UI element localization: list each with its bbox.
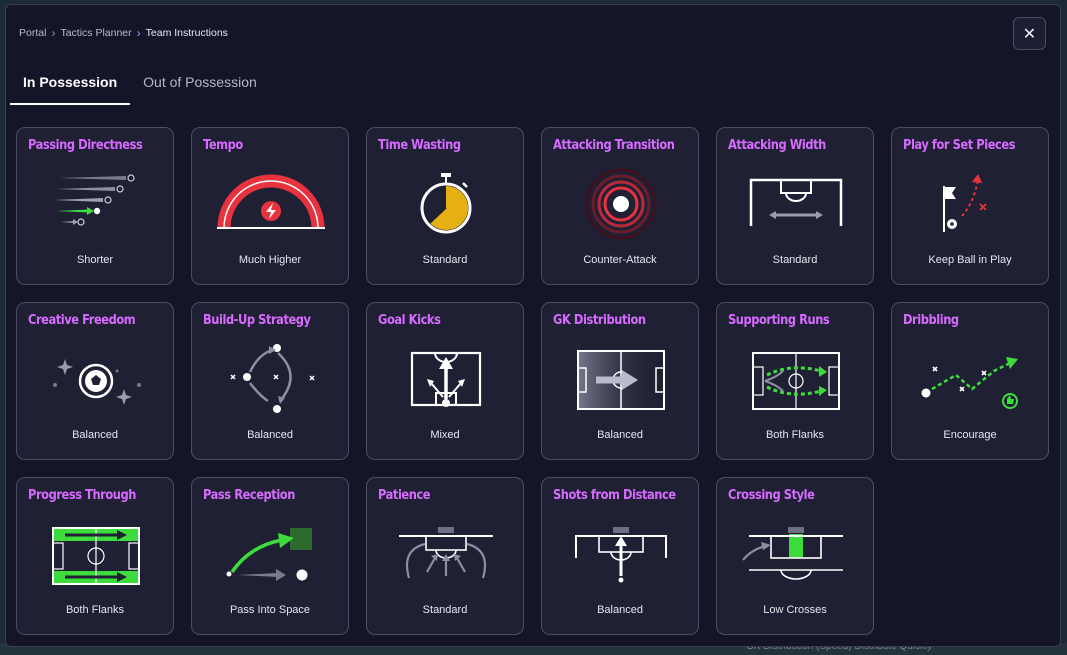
breadcrumb-tactics-planner[interactable]: Tactics Planner	[60, 27, 131, 39]
build-up-icon	[230, 344, 315, 413]
card-value: Both Flanks	[765, 429, 825, 441]
card-title: Goal Kicks	[378, 313, 441, 328]
gk-distribution-icon	[577, 350, 665, 410]
card-value: Mixed	[430, 429, 460, 441]
pitch-width-icon	[749, 178, 843, 226]
card-patience[interactable]: Patience Standard	[366, 477, 524, 635]
card-value: Balanced	[72, 429, 118, 441]
card-value: Standard	[772, 254, 818, 266]
card-title: Time Wasting	[378, 138, 461, 153]
card-creative-freedom[interactable]: Creative Freedom Balanced	[16, 302, 174, 460]
card-value: Standard	[422, 604, 468, 616]
card-dribbling[interactable]: Dribbling Encourage	[891, 302, 1049, 460]
card-attacking-transition[interactable]: Attacking Transition Counter-Attack	[541, 127, 699, 285]
card-value: Balanced	[597, 429, 643, 441]
card-value: Balanced	[247, 429, 293, 441]
card-value: Encourage	[943, 429, 997, 441]
tab-out-of-possession[interactable]: Out of Possession	[130, 65, 270, 105]
card-time-wasting[interactable]: Time Wasting Standard	[366, 127, 524, 285]
close-icon: ✕	[1022, 25, 1037, 43]
card-value: Low Crosses	[763, 604, 827, 616]
card-title: Build-Up Strategy	[203, 313, 311, 328]
breadcrumb-team-instructions: Team Instructions	[145, 27, 228, 39]
card-value: Pass Into Space	[229, 604, 311, 616]
breadcrumb-portal[interactable]: Portal	[19, 27, 46, 39]
corner-flag-icon	[943, 174, 987, 232]
card-crossing-style[interactable]: Crossing Style Low Crosses	[716, 477, 874, 635]
card-title: Tempo	[203, 138, 243, 153]
tab-in-possession[interactable]: In Possession	[10, 65, 131, 105]
card-value: Balanced	[597, 604, 643, 616]
pass-reception-icon	[226, 528, 312, 581]
radar-rings-icon	[585, 168, 657, 240]
card-value: Keep Ball in Play	[928, 254, 1012, 266]
card-title: GK Distribution	[553, 313, 646, 328]
progress-through-icon	[52, 527, 140, 585]
card-progress-through[interactable]: Progress Through Both Flanks	[16, 477, 174, 635]
card-title: Progress Through	[28, 488, 136, 503]
chevron-right-icon: ›	[51, 26, 56, 40]
card-title: Dribbling	[903, 313, 959, 328]
team-instructions-modal: Portal › Tactics Planner › Team Instruct…	[5, 4, 1061, 647]
card-play-for-set-pieces[interactable]: Play for Set Pieces Keep Ball in Play	[891, 127, 1049, 285]
card-title: Creative Freedom	[28, 313, 136, 328]
card-title: Crossing Style	[728, 488, 815, 503]
card-shots-from-distance[interactable]: Shots from Distance Balanced	[541, 477, 699, 635]
card-tempo[interactable]: Tempo Much Higher	[191, 127, 349, 285]
card-build-up-strategy[interactable]: Build-Up Strategy Balanced	[191, 302, 349, 460]
card-supporting-runs[interactable]: Supporting Runs Both Flanks	[716, 302, 874, 460]
shots-distance-icon	[575, 527, 667, 583]
card-passing-directness[interactable]: Passing Directness Shorter	[16, 127, 174, 285]
patience-icon	[399, 527, 493, 579]
close-button[interactable]: ✕	[1013, 17, 1046, 50]
card-attacking-width[interactable]: Attacking Width Standard	[716, 127, 874, 285]
stopwatch-icon	[420, 173, 472, 234]
card-value: Shorter	[76, 254, 114, 266]
card-title: Pass Reception	[203, 488, 295, 503]
card-title: Play for Set Pieces	[903, 138, 1016, 153]
tempo-gauge-icon	[217, 174, 325, 229]
ball-sparkle-icon	[53, 359, 141, 405]
crossing-style-icon	[742, 527, 843, 580]
chevron-right-icon: ›	[136, 26, 141, 40]
card-pass-reception[interactable]: Pass Reception Pass Into Space	[191, 477, 349, 635]
card-title: Shots from Distance	[553, 488, 676, 503]
card-goal-kicks[interactable]: Goal Kicks Mixed	[366, 302, 524, 460]
supporting-runs-icon	[752, 352, 840, 410]
tab-bar: In Possession Out of Possession	[10, 65, 270, 105]
card-title: Attacking Transition	[553, 138, 675, 153]
passing-directness-icon	[54, 174, 135, 226]
card-title: Passing Directness	[28, 138, 143, 153]
card-value: Both Flanks	[65, 604, 125, 616]
goal-kick-icon	[410, 351, 482, 407]
card-value: Counter-Attack	[583, 254, 657, 266]
card-title: Supporting Runs	[728, 313, 830, 328]
instruction-grid: Passing Directness Shorter Tempo Much Hi…	[16, 127, 1049, 635]
card-value: Standard	[422, 254, 468, 266]
card-gk-distribution[interactable]: GK Distribution Balanced	[541, 302, 699, 460]
breadcrumb: Portal › Tactics Planner › Team Instruct…	[19, 26, 228, 40]
card-value: Much Higher	[238, 254, 302, 266]
card-title: Patience	[378, 488, 431, 503]
card-title: Attacking Width	[728, 138, 826, 153]
dribbling-icon	[921, 357, 1018, 409]
